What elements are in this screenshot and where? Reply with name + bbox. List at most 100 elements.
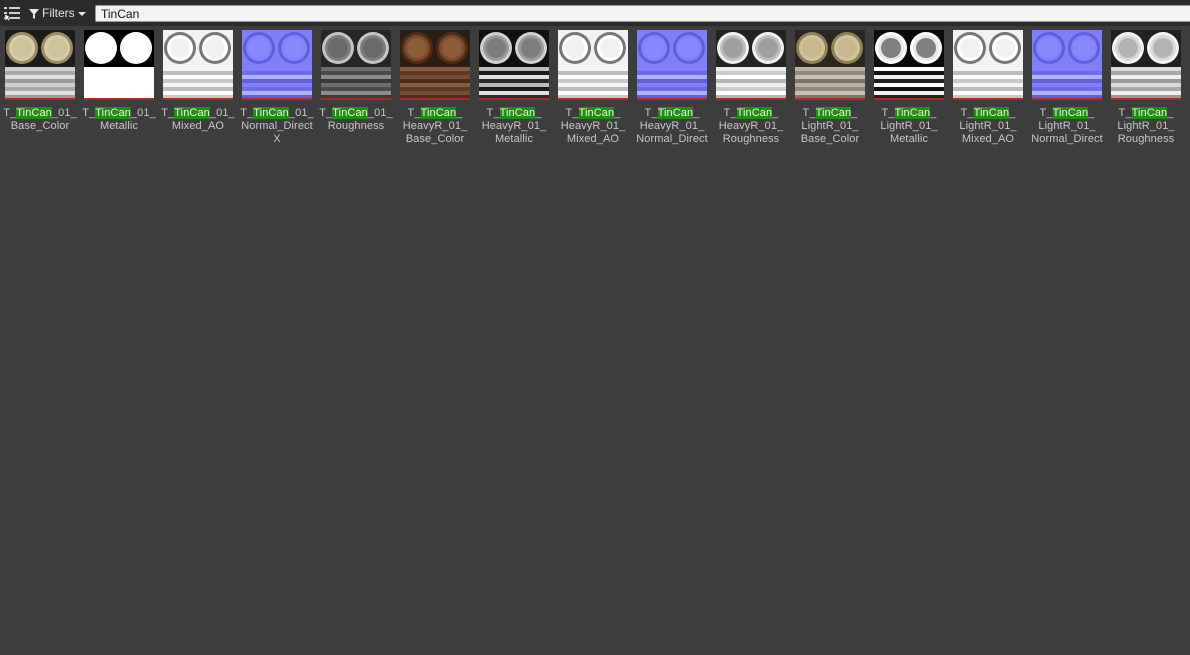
texture-thumbnail-image [716, 30, 786, 98]
asset-tile[interactable]: T_TinCan_01_ Metallic [82, 30, 156, 146]
asset-name-line-3: Metallic [494, 133, 534, 145]
asset-tile[interactable]: T_TinCan_01_ Normal_Direct X [240, 30, 314, 146]
asset-tile[interactable]: T_TinCan_ HeavyR_01_ Normal_Direct [636, 30, 708, 146]
asset-name-prefix: T_ [240, 107, 254, 119]
search-match-highlight: TinCan [578, 107, 615, 119]
asset-tile[interactable]: T_TinCan_01_ Roughness [319, 30, 393, 146]
asset-tile[interactable]: T_TinCan_01_ Mixed_AO [161, 30, 235, 146]
asset-thumbnail [1032, 30, 1102, 100]
asset-name-line-1: T_TinCan_01_ [317, 107, 395, 120]
texture-thumbnail-image [321, 30, 391, 98]
asset-name-prefix: T_ [802, 107, 816, 119]
asset-name-prefix: T_ [3, 107, 17, 119]
asset-name-line-2: LightR_01_ [959, 120, 1017, 132]
asset-thumbnail [479, 30, 549, 100]
asset-name-line-3: X [273, 133, 281, 145]
asset-name-line-1: T_TinCan_ [791, 107, 869, 120]
asset-name: T_TinCan_01_ Metallic [80, 107, 158, 133]
asset-name-line-2: Metallic [99, 120, 139, 132]
asset-tile[interactable]: T_TinCan_ LightR_01_ Normal_Direct [1031, 30, 1103, 146]
asset-name-suffix: _01_ [51, 107, 77, 119]
asset-name-prefix: T_ [486, 107, 500, 119]
search-match-highlight: TinCan [253, 107, 289, 119]
asset-name-line-2: Normal_Direct [241, 120, 313, 132]
search-input[interactable] [95, 5, 1190, 22]
asset-name: T_TinCan_01_ Base_Color [1, 107, 79, 133]
asset-name-line-2: HeavyR_01_ [402, 120, 468, 132]
asset-name-prefix: T_ [723, 107, 737, 119]
asset-name-suffix: _01_ [288, 107, 314, 119]
asset-name-suffix: _ [1088, 107, 1095, 119]
asset-name-line-1: T_TinCan_ [554, 107, 632, 120]
asset-tile[interactable]: T_TinCan_ LightR_01_ Base_Color [795, 30, 865, 146]
texture-thumbnail-image [953, 30, 1023, 98]
asset-name-line-2: HeavyR_01_ [718, 120, 784, 132]
asset-tile[interactable]: T_TinCan_ HeavyR_01_ Roughness [716, 30, 786, 146]
texture-thumbnail-image [874, 30, 944, 98]
asset-name-line-1: T_TinCan_01_ [1, 107, 79, 120]
asset-name-line-2: Base_Color [10, 120, 70, 132]
asset-name: T_TinCan_01_ Mixed_AO [159, 107, 237, 133]
asset-tile[interactable]: T_TinCan_ HeavyR_01_ Metallic [479, 30, 549, 146]
asset-name-line-2: Roughness [327, 120, 385, 132]
asset-tile[interactable]: T_TinCan_ LightR_01_ Roughness [1111, 30, 1181, 146]
search-match-highlight: TinCan [332, 107, 368, 119]
asset-tile[interactable]: T_TinCan_ LightR_01_ Mixed_AO [953, 30, 1023, 146]
filters-button[interactable]: Filters [29, 5, 86, 22]
asset-name-line-3: Normal_Direct [1031, 133, 1103, 145]
asset-name-line-1: T_TinCan_ [475, 107, 553, 120]
asset-name-line-3: Roughness [1117, 133, 1175, 145]
filters-label: Filters [42, 6, 75, 20]
asset-name-prefix: T_ [1118, 107, 1132, 119]
asset-name-suffix: _ [614, 107, 621, 119]
asset-name-line-3: Mixed_AO [566, 133, 620, 145]
asset-name-prefix: T_ [161, 107, 175, 119]
view-options-icon [4, 7, 20, 22]
texture-thumbnail-image [163, 30, 233, 98]
asset-name-prefix: T_ [960, 107, 974, 119]
asset-name-suffix: _ [693, 107, 700, 119]
asset-tile[interactable]: T_TinCan_ LightR_01_ Metallic [874, 30, 944, 146]
asset-tile[interactable]: T_TinCan_ HeavyR_01_ Mixed_AO [558, 30, 628, 146]
asset-name-prefix: T_ [1039, 107, 1053, 119]
asset-name-suffix: _ [456, 107, 463, 119]
asset-tile[interactable]: T_TinCan_ HeavyR_01_ Base_Color [400, 30, 470, 146]
asset-name-suffix: _ [851, 107, 858, 119]
asset-name: T_TinCan_01_ Normal_Direct X [238, 107, 316, 146]
chevron-down-icon [77, 11, 86, 16]
asset-name-line-2: LightR_01_ [1038, 120, 1096, 132]
search-match-highlight: TinCan [657, 107, 694, 119]
asset-name: T_TinCan_ HeavyR_01_ Base_Color [396, 107, 474, 146]
asset-name-suffix: _ [930, 107, 937, 119]
asset-name: T_TinCan_ LightR_01_ Metallic [870, 107, 948, 146]
asset-name-prefix: T_ [644, 107, 658, 119]
asset-thumbnail [5, 30, 75, 100]
asset-name-prefix: T_ [407, 107, 421, 119]
asset-name: T_TinCan_ LightR_01_ Base_Color [791, 107, 869, 146]
asset-thumbnail [637, 30, 707, 100]
asset-name-line-1: T_TinCan_01_ [159, 107, 237, 120]
asset-name-line-1: T_TinCan_ [1107, 107, 1185, 120]
asset-name-suffix: _01_ [130, 107, 156, 119]
texture-thumbnail-image [558, 30, 628, 98]
asset-thumbnail [321, 30, 391, 100]
search-match-highlight: TinCan [95, 107, 131, 119]
asset-name-line-2: LightR_01_ [880, 120, 938, 132]
content-browser-toolbar: Filters [0, 0, 1190, 26]
asset-thumbnail [242, 30, 312, 100]
asset-name-line-2: HeavyR_01_ [481, 120, 547, 132]
asset-name-line-1: T_TinCan_ [870, 107, 948, 120]
asset-thumbnail [400, 30, 470, 100]
asset-name-suffix: _01_ [209, 107, 235, 119]
texture-thumbnail-image [1032, 30, 1102, 98]
asset-thumbnail [874, 30, 944, 100]
texture-thumbnail-image [1111, 30, 1181, 98]
asset-name-line-2: HeavyR_01_ [639, 120, 705, 132]
view-options-button[interactable] [3, 5, 21, 22]
asset-name: T_TinCan_01_ Roughness [317, 107, 395, 133]
asset-thumbnail [716, 30, 786, 100]
asset-name-suffix: _ [535, 107, 542, 119]
asset-tile[interactable]: T_TinCan_01_ Base_Color [3, 30, 77, 146]
asset-name-prefix: T_ [565, 107, 579, 119]
asset-name-line-3: Mixed_AO [961, 133, 1015, 145]
